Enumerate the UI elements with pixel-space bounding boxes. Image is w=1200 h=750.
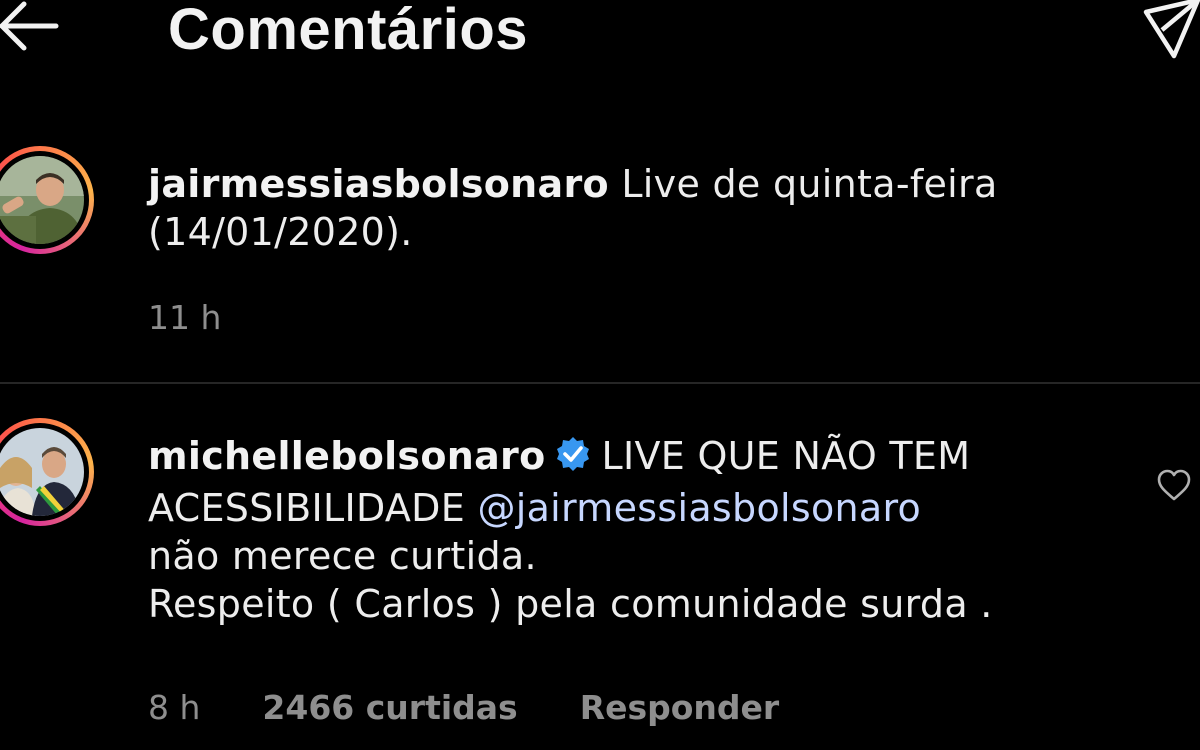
avatar: [0, 156, 84, 244]
arrow-left-icon: [0, 1, 59, 51]
avatar: [0, 428, 84, 516]
caption-body-line1: Live de quinta-feira: [621, 162, 998, 206]
mention-link[interactable]: @jairmessiasbolsonaro: [477, 486, 921, 530]
story-ring[interactable]: [0, 418, 94, 526]
comment-body-line4: Respeito ( Carlos ) pela comunidade surd…: [148, 582, 993, 626]
page-title: Comentários: [168, 0, 529, 62]
caption-body-line2: (14/01/2020).: [148, 210, 413, 254]
like-button[interactable]: [1156, 468, 1192, 504]
header-bar: Comentários: [0, 0, 1200, 80]
caption-timestamp: 11 h: [148, 298, 222, 337]
comment-username[interactable]: michellebolsonaro: [148, 434, 546, 478]
divider: [0, 382, 1200, 384]
paper-plane-icon: [1143, 0, 1200, 59]
likes-count[interactable]: 2466 curtidas: [262, 688, 517, 727]
back-button[interactable]: [0, 0, 64, 58]
share-button[interactable]: [1140, 0, 1200, 60]
comment-body-line2: ACESSIBILIDADE: [148, 486, 466, 530]
comment-body-line3: não merece curtida.: [148, 534, 537, 578]
story-ring[interactable]: [0, 146, 94, 254]
heart-outline-icon: [1157, 469, 1191, 501]
comment-meta: 8 h 2466 curtidas Responder: [148, 688, 841, 728]
verified-badge-icon: [554, 435, 592, 484]
reply-button[interactable]: Responder: [580, 688, 780, 727]
comment-body-line1: LIVE QUE NÃO TEM: [601, 434, 971, 478]
caption-text: jairmessiasbolsonaro Live de quinta-feir…: [148, 160, 998, 256]
caption-meta: 11 h: [148, 298, 283, 338]
comment-timestamp: 8 h: [148, 688, 201, 727]
comment-text: michellebolsonaro LIVE QUE NÃO TEM ACESS…: [148, 432, 993, 628]
caption-username[interactable]: jairmessiasbolsonaro: [148, 162, 609, 206]
